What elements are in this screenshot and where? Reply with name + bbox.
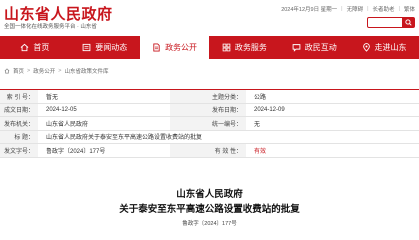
index-number-label: 索 引 号：	[0, 90, 38, 103]
nav-services-label: 政务服务	[234, 43, 267, 52]
nav-interaction[interactable]: 政民互动	[279, 36, 349, 59]
location-icon	[4, 68, 10, 74]
service-icon	[222, 43, 231, 52]
unified-number-value: 无	[254, 121, 261, 128]
news-icon	[82, 43, 91, 52]
written-date-value: 2024-12-05	[46, 106, 77, 113]
elderly-mode-link[interactable]: 长者助老	[373, 5, 395, 13]
info-row: 索 引 号： 暂无 主题分类： 公路	[0, 90, 419, 104]
doc-number-label: 发文字号：	[0, 144, 38, 157]
index-number-value: 暂无	[46, 94, 59, 101]
map-icon	[362, 43, 370, 52]
document-number: 鲁政字〔2024〕177号	[182, 221, 237, 227]
doc-number-value: 鲁政字〔2024〕177号	[46, 148, 106, 155]
written-date-label: 成文日期：	[0, 103, 38, 116]
nav-home-label: 首页	[33, 43, 50, 52]
publish-date-label: 发布日期：	[170, 103, 246, 116]
info-row: 成文日期： 2024-12-05 发布日期： 2024-12-09	[0, 103, 419, 117]
site-title[interactable]: 山东省人民政府	[4, 3, 113, 24]
info-row: 标 题： 山东省人民政府关于泰安至东平高速公路设置收费站的批复	[0, 130, 419, 144]
chat-icon	[292, 44, 301, 52]
info-row: 发文字号： 鲁政字〔2024〕177号 有 效 性： 有效	[0, 144, 419, 158]
title-label: 标 题：	[0, 130, 38, 143]
search-input[interactable]	[368, 25, 402, 35]
nav-about-shandong[interactable]: 走进山东	[349, 36, 419, 59]
validity-label: 有 效 性：	[170, 144, 246, 157]
accessibility-link[interactable]: 无障碍	[347, 5, 364, 13]
nav-gov-affairs-label: 政务公开	[165, 43, 198, 52]
document-icon	[153, 43, 160, 52]
validity-value: 有效	[254, 148, 267, 155]
document-issuer: 山东省人民政府	[176, 189, 243, 200]
site-header: 山东省人民政府 全国一体化在线政务服务平台 · 山东省 2024年12月9日 星…	[0, 0, 419, 36]
info-row: 发布机关： 山东省人民政府 统一编号： 无	[0, 117, 419, 131]
main-nav: 首页 要闻动态 政务公开 政务服务 政民互动 走进山东	[0, 36, 419, 59]
nav-services[interactable]: 政务服务	[209, 36, 279, 59]
home-icon	[21, 43, 29, 52]
unified-number-label: 统一编号：	[170, 117, 246, 130]
traditional-chinese-link[interactable]: 繁体	[404, 5, 415, 13]
document-title: 关于泰安至东平高速公路设置收费站的批复	[119, 204, 300, 215]
nav-about-shandong-label: 走进山东	[374, 43, 407, 52]
breadcrumb-policy-library[interactable]: 山东省政策文件库	[64, 67, 108, 75]
search-button[interactable]	[402, 18, 414, 27]
publish-date-value: 2024-12-09	[254, 106, 285, 113]
topic-label: 主题分类：	[170, 90, 246, 103]
top-utility-bar: 2024年12月9日 星期一 | 无障碍 | 长者助老 | 繁体	[281, 5, 415, 13]
issuer-value: 山东省人民政府	[46, 121, 89, 128]
breadcrumb-gov-affairs[interactable]: 政务公开	[33, 67, 55, 75]
search-box	[367, 17, 415, 35]
site-subtitle: 全国一体化在线政务服务平台 · 山东省	[4, 24, 97, 30]
search-icon	[404, 19, 412, 26]
nav-home[interactable]: 首页	[0, 36, 70, 59]
title-value: 山东省人民政府关于泰安至东平高速公路设置收费站的批复	[46, 135, 203, 142]
nav-news[interactable]: 要闻动态	[70, 36, 140, 59]
document-info-table: 索 引 号： 暂无 主题分类： 公路 成文日期： 2024-12-05 发布日期…	[0, 89, 419, 158]
breadcrumb-home[interactable]: 首页	[13, 67, 24, 75]
nav-interaction-label: 政民互动	[304, 43, 337, 52]
nav-gov-affairs[interactable]: 政务公开	[139, 36, 210, 59]
current-date: 2024年12月9日 星期一	[281, 7, 338, 13]
nav-news-label: 要闻动态	[95, 43, 128, 52]
breadcrumb: 首页 > 政务公开 > 山东省政策文件库	[4, 67, 108, 75]
topic-value: 公路	[254, 94, 267, 101]
issuer-label: 发布机关：	[0, 117, 38, 130]
